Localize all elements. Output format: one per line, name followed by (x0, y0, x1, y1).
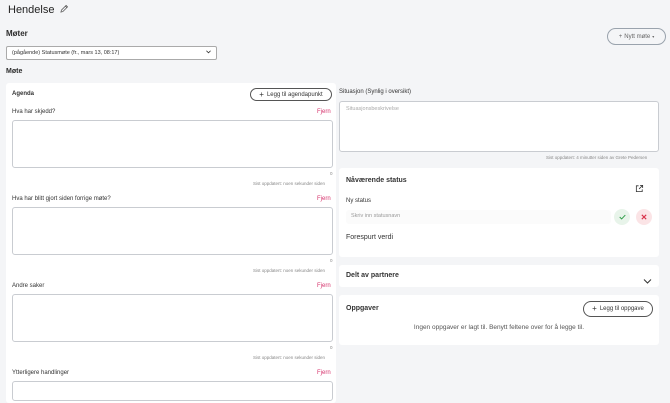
add-agenda-item-button[interactable]: + Legg til agendapunkt (250, 88, 332, 101)
status-name-input[interactable]: Skriv inn statusnavn (346, 210, 611, 224)
remove-agenda-item-link[interactable]: Fjern (317, 283, 331, 289)
new-meeting-label: Nytt møte (624, 33, 651, 40)
remove-agenda-item-link[interactable]: Fjern (317, 196, 331, 202)
agenda-item-label: Hva har blitt gjort siden forrige møte? (12, 196, 111, 202)
caret-down-icon: ▾ (652, 34, 655, 39)
last-updated: Sist oppdatert: noen sekunder siden (253, 181, 326, 186)
agenda-item-label: Hva har skjedd? (12, 109, 56, 115)
agenda-item-label: Ytterligere handlinger (12, 370, 70, 376)
agenda-item-label: Andre saker (12, 283, 45, 289)
plus-icon: + (618, 33, 623, 40)
char-count: 0 (330, 258, 333, 263)
remove-agenda-item-link[interactable]: Fjern (317, 109, 331, 115)
pencil-icon[interactable] (60, 4, 69, 16)
tasks-title: Oppgaver (346, 305, 379, 312)
agenda-title: Agenda (12, 91, 35, 97)
chevron-down-icon (206, 50, 211, 56)
agenda-item-textarea[interactable] (12, 120, 333, 168)
cancel-status-button[interactable] (636, 209, 652, 225)
new-status-label: Ny status (346, 198, 372, 204)
situation-last-updated: Sist oppdatert: 4 minutter siden av Gret… (546, 155, 648, 160)
add-task-button[interactable]: + Legg til oppgave (583, 301, 653, 317)
situation-textarea[interactable]: Situasjonsbeskrivelse (339, 101, 659, 152)
meeting-select[interactable]: (pågående) Statusmøte (fr., mars 13, 08:… (6, 46, 217, 60)
remove-agenda-item-link[interactable]: Fjern (317, 370, 331, 376)
new-meeting-button[interactable]: + Nytt møte ▾ (607, 28, 666, 45)
page-title: Hendelse (8, 4, 55, 16)
agenda-item-textarea[interactable] (12, 381, 333, 401)
external-link-icon[interactable] (635, 180, 644, 193)
current-status-title: Nåværende status (346, 177, 407, 184)
plus-icon: + (592, 304, 597, 313)
tasks-empty-text: Ingen oppgaver er lagt til. Benytt felte… (413, 324, 585, 331)
add-agenda-item-label: Legg til agendapunkt (266, 91, 323, 98)
plus-icon: + (259, 89, 264, 99)
page-header: Hendelse (8, 4, 69, 16)
meeting-heading: Møte (6, 68, 23, 75)
last-updated: Sist oppdatert: noen sekunder siden (253, 268, 326, 273)
requested-value-label: Forespurt verdi (346, 234, 394, 241)
situation-label: Situasjon (Synlig i oversikt) (339, 89, 412, 95)
char-count: 0 (330, 171, 333, 176)
char-count: 0 (330, 345, 333, 350)
add-task-label: Legg til oppgave (599, 306, 644, 312)
meetings-heading: Møter (6, 29, 28, 38)
agenda-item-textarea[interactable] (12, 294, 333, 342)
meeting-select-value: (pågående) Statusmøte (fr., mars 13, 08:… (12, 50, 120, 56)
confirm-status-button[interactable] (614, 209, 630, 225)
shared-by-partners-title: Delt av partnere (346, 272, 399, 279)
close-icon (641, 214, 647, 220)
last-updated: Sist oppdatert: noen sekunder siden (253, 355, 326, 360)
agenda-item-textarea[interactable] (12, 207, 333, 255)
chevron-down-icon[interactable] (643, 272, 652, 284)
check-icon (618, 214, 626, 220)
